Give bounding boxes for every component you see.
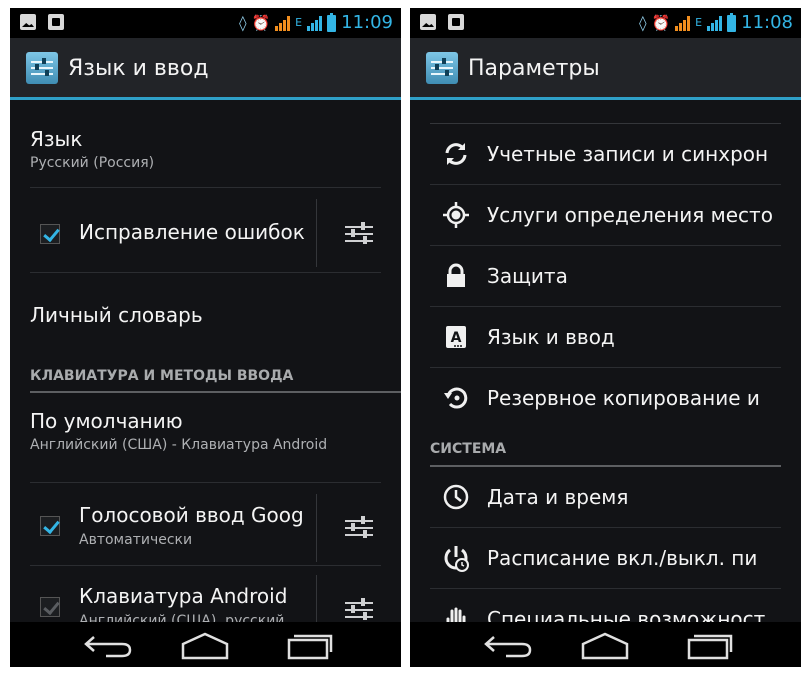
spellcheck-settings-icon[interactable] — [345, 221, 373, 247]
divider — [30, 272, 381, 273]
location-services-item[interactable]: Услуги определения место — [430, 185, 781, 246]
settings-app-icon[interactable] — [426, 52, 458, 84]
language-title: Язык — [30, 127, 83, 151]
back-icon[interactable] — [480, 628, 540, 662]
divider — [316, 575, 317, 623]
sync-icon — [445, 143, 467, 165]
back-icon[interactable] — [80, 628, 140, 662]
accessibility-label: Специальные возможност — [487, 607, 766, 623]
navigation-bar — [410, 622, 801, 667]
clock-icon — [443, 484, 469, 510]
recent-apps-icon[interactable] — [680, 628, 740, 662]
signal-sim2-icon — [707, 15, 723, 31]
default-title: По умолчанию — [30, 409, 183, 433]
spellcheck-label[interactable]: Исправление ошибок — [79, 220, 309, 244]
android-keyboard-checkbox[interactable] — [40, 597, 60, 617]
network-type-indicator: E — [695, 16, 703, 29]
section-header-keyboard: КЛАВИАТУРА И МЕТОДЫ ВВОДА — [30, 368, 294, 384]
divider — [316, 199, 317, 267]
backup-restore-icon — [444, 387, 468, 409]
divider — [30, 565, 381, 566]
divider — [30, 482, 381, 483]
signal-sim1-icon — [675, 15, 691, 31]
section-divider — [30, 391, 401, 393]
status-bar: ◊ ⏰ E 11:09 — [10, 8, 401, 38]
accounts-sync-item[interactable]: Учетные записи и синхрон — [430, 124, 781, 185]
power-schedule-icon — [444, 546, 469, 572]
battery-icon — [327, 12, 337, 32]
vibrate-icon: ◊ — [239, 14, 247, 32]
voice-input-subtitle: Автоматически — [79, 532, 193, 548]
home-icon[interactable] — [175, 628, 235, 662]
backup-restore-item[interactable]: Резервное копирование и — [430, 368, 781, 429]
date-time-item[interactable]: Дата и время — [430, 467, 781, 528]
navigation-bar — [10, 622, 401, 667]
vibrate-icon: ◊ — [639, 14, 647, 32]
page-title: Язык и ввод — [68, 56, 209, 81]
svg-text:A: A — [451, 330, 462, 346]
power-schedule-item[interactable]: Расписание вкл./выкл. пи — [430, 528, 781, 589]
divider — [316, 494, 317, 562]
signal-sim2-icon — [307, 15, 323, 31]
personal-dictionary-item[interactable]: Личный словарь — [30, 303, 401, 327]
section-header-system: СИСТЕМА — [430, 441, 507, 457]
recent-apps-icon[interactable] — [280, 628, 340, 662]
status-time: 11:09 — [341, 12, 393, 33]
language-input-item[interactable]: A Язык и ввод — [430, 307, 781, 368]
voice-input-settings-icon[interactable] — [345, 515, 373, 541]
gallery-notification-icon — [420, 14, 436, 30]
action-bar: Язык и ввод — [10, 38, 401, 100]
status-bar: ◊ ⏰ E 11:08 — [410, 8, 801, 38]
gallery-notification-icon — [20, 14, 36, 30]
language-value: Русский (Россия) — [30, 155, 155, 171]
settings-list: Учетные записи и синхрон Услуги определе… — [410, 103, 801, 623]
security-label: Защита — [487, 264, 568, 288]
voice-input-title[interactable]: Голосовой ввод Goog — [79, 503, 309, 527]
accounts-sync-label: Учетные записи и синхрон — [487, 142, 769, 166]
language-input-label: Язык и ввод — [487, 325, 615, 349]
signal-sim1-icon — [275, 15, 291, 31]
accessibility-hand-icon — [446, 607, 466, 623]
settings-list: Язык Русский (Россия) Исправление ошибок… — [10, 103, 401, 623]
language-input-icon: A — [446, 326, 466, 348]
page-title: Параметры — [468, 56, 600, 81]
default-keyboard-setting[interactable]: По умолчанию Английский (США) - Клавиату… — [30, 409, 331, 454]
voice-input-checkbox[interactable] — [40, 516, 60, 536]
language-setting[interactable]: Язык Русский (Россия) — [30, 127, 401, 172]
home-icon[interactable] — [575, 628, 635, 662]
alarm-icon: ⏰ — [251, 14, 271, 32]
store-notification-icon — [448, 14, 464, 30]
android-keyboard-title[interactable]: Клавиатура Android — [79, 584, 309, 608]
backup-restore-label: Резервное копирование и — [487, 386, 760, 410]
location-icon — [443, 202, 469, 228]
battery-icon — [727, 12, 737, 32]
power-schedule-label: Расписание вкл./выкл. пи — [487, 546, 758, 570]
alarm-icon: ⏰ — [651, 14, 671, 32]
status-time: 11:08 — [741, 12, 793, 33]
store-notification-icon — [48, 14, 64, 30]
date-time-label: Дата и время — [487, 485, 629, 509]
android-keyboard-settings-icon[interactable] — [345, 597, 373, 623]
accessibility-item[interactable]: Специальные возможност — [430, 589, 781, 623]
default-value: Английский (США) - Клавиатура Android — [30, 437, 328, 453]
action-bar: Параметры — [410, 38, 801, 100]
personal-dictionary-label: Личный словарь — [30, 303, 203, 327]
settings-screen: ◊ ⏰ E 11:08 Параметры Учетные записи и с… — [410, 8, 801, 667]
language-input-screen: ◊ ⏰ E 11:09 Язык и ввод Язык Русский (Ро… — [10, 8, 401, 667]
spellcheck-checkbox[interactable] — [40, 224, 60, 244]
divider — [30, 187, 381, 188]
location-services-label: Услуги определения место — [487, 203, 773, 227]
settings-app-icon[interactable] — [26, 52, 58, 84]
lock-icon — [447, 263, 465, 287]
network-type-indicator: E — [295, 16, 303, 29]
security-item[interactable]: Защита — [430, 246, 781, 307]
